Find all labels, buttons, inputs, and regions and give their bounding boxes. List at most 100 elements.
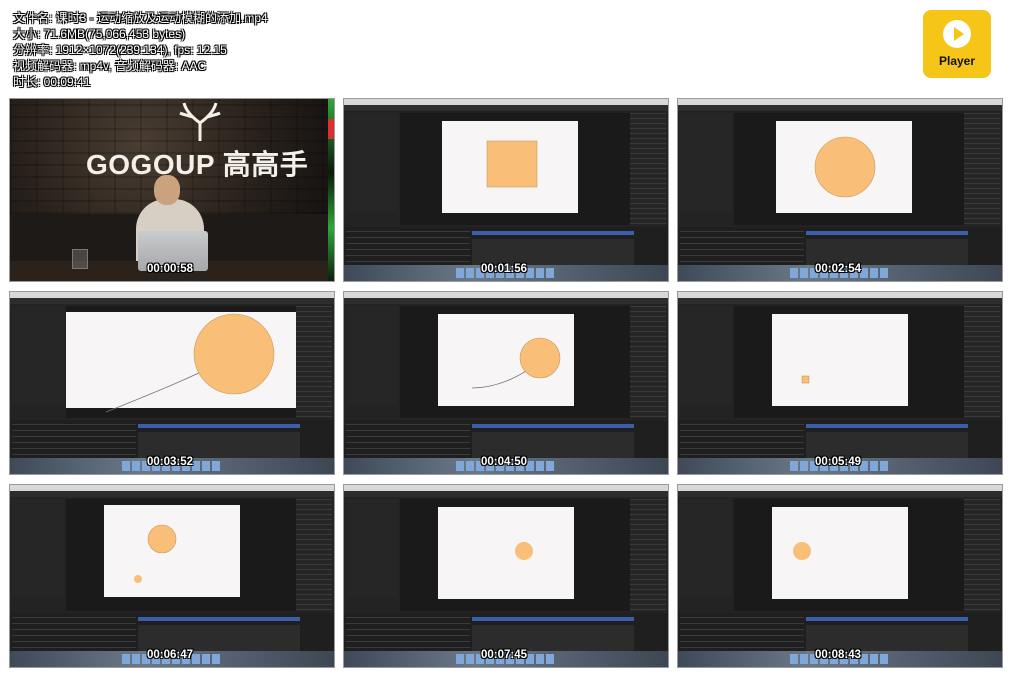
project-panel (680, 306, 732, 404)
timeline-work-area (472, 231, 634, 235)
antler-logo-icon (179, 102, 221, 141)
composition-canvas (438, 507, 574, 599)
codecs-line: 视频解码器: mp4v, 音频解码器: AAC (13, 59, 207, 73)
timestamp: 00:03:52 (147, 456, 194, 468)
shape-circle-small (134, 575, 142, 583)
timeline-tracks (472, 239, 634, 265)
timestamp: 00:08:43 (815, 649, 862, 661)
timeline-work-area (138, 617, 300, 621)
size-line: 大小: 71.6MB(75,066,453 bytes) (13, 27, 186, 41)
composition-canvas (772, 507, 908, 599)
timeline-layers (680, 617, 804, 649)
timestamp: 00:04:50 (481, 456, 528, 468)
timeline-layers (12, 424, 136, 456)
timeline-tracks (806, 625, 968, 651)
tool-bar (678, 105, 1002, 111)
brand-sign: GOGOUP 高高手 (86, 149, 309, 180)
audio-peak (328, 119, 334, 139)
timestamp: 00:06:47 (147, 649, 194, 661)
thumbnail-ae[interactable]: 00:08:43 (677, 484, 1003, 668)
timeline-tracks (472, 432, 634, 458)
filename-line: 文件名: 课时3 - 运动缩放及运动模糊的添加.mp4 (13, 11, 268, 25)
timeline-tracks (806, 239, 968, 265)
shape-square (801, 375, 810, 384)
tool-bar (344, 105, 668, 111)
shape-circle (515, 542, 533, 560)
composition-canvas (776, 121, 912, 213)
composition-viewer (400, 499, 630, 611)
effects-panel (964, 499, 1000, 611)
effects-panel (296, 306, 332, 418)
composition-canvas (438, 314, 574, 406)
shape-circle (519, 337, 561, 379)
timeline-work-area (806, 617, 968, 621)
effects-panel (964, 306, 1000, 418)
composition-canvas (442, 121, 578, 213)
project-panel (12, 306, 64, 404)
shape-circle (147, 524, 177, 554)
timeline-work-area (138, 424, 300, 428)
effects-panel (630, 499, 666, 611)
effects-panel (296, 499, 332, 611)
effects-panel (630, 306, 666, 418)
timeline-work-area (806, 231, 968, 235)
composition-canvas (66, 312, 296, 413)
tool-bar (678, 298, 1002, 304)
timeline-layers (346, 424, 470, 456)
thumbnail-ae[interactable]: 00:05:49 (677, 291, 1003, 475)
play-icon (943, 20, 971, 48)
thumbnail-ae[interactable]: 00:04:50 (343, 291, 669, 475)
project-panel (12, 499, 64, 597)
timestamp: 00:01:56 (481, 263, 528, 275)
composition-viewer (400, 113, 630, 225)
project-panel (346, 113, 398, 211)
thumbnail-ae[interactable]: 00:06:47 (9, 484, 335, 668)
timestamp: 00:00:58 (147, 263, 194, 275)
timeline-layers (680, 231, 804, 263)
shape-circle (793, 542, 811, 560)
timestamp: 00:05:49 (815, 456, 862, 468)
timestamp: 00:07:45 (481, 649, 528, 661)
tool-bar (344, 491, 668, 497)
resolution-line: 分辨率: 1912×1072(239:134), fps: 12.15 (13, 43, 227, 57)
composition-viewer (734, 306, 964, 418)
timeline-work-area (472, 617, 634, 621)
timeline-layers (346, 231, 470, 263)
project-panel (346, 306, 398, 404)
composition-viewer (66, 306, 296, 418)
player-logo: Player (923, 10, 991, 78)
timeline-layers (680, 424, 804, 456)
thumbnail-ae[interactable]: 00:02:54 (677, 98, 1003, 282)
duration-line: 时长: 00:09:41 (13, 75, 91, 89)
timeline-tracks (472, 625, 634, 651)
thumbnail-ae[interactable]: 00:07:45 (343, 484, 669, 668)
tool-bar (10, 491, 334, 497)
composition-viewer (400, 306, 630, 418)
thumbnail-video[interactable]: GOGOUP 高高手 00:00:58 (9, 98, 335, 282)
shape-circle (814, 136, 876, 198)
composition-viewer (734, 113, 964, 225)
project-panel (680, 499, 732, 597)
glass-icon (72, 249, 88, 269)
effects-panel (630, 113, 666, 225)
timestamp: 00:02:54 (815, 263, 862, 275)
effects-panel (964, 113, 1000, 225)
project-panel (346, 499, 398, 597)
shape-circle (193, 313, 275, 395)
tool-bar (678, 491, 1002, 497)
file-info: 文件名: 课时3 - 运动缩放及运动模糊的添加.mp4 大小: 71.6MB(7… (13, 10, 268, 90)
timeline-tracks (806, 432, 968, 458)
project-panel (680, 113, 732, 211)
composition-viewer (66, 499, 296, 611)
tool-bar (10, 298, 334, 304)
thumbnail-ae[interactable]: 00:03:52 (9, 291, 335, 475)
shape-square (486, 140, 538, 188)
composition-viewer (734, 499, 964, 611)
timeline-work-area (806, 424, 968, 428)
thumbnail-ae[interactable]: 00:01:56 (343, 98, 669, 282)
timeline-tracks (138, 625, 300, 651)
composition-canvas (772, 314, 908, 406)
timeline-layers (346, 617, 470, 649)
presenter-head (154, 175, 180, 205)
timeline-layers (12, 617, 136, 649)
